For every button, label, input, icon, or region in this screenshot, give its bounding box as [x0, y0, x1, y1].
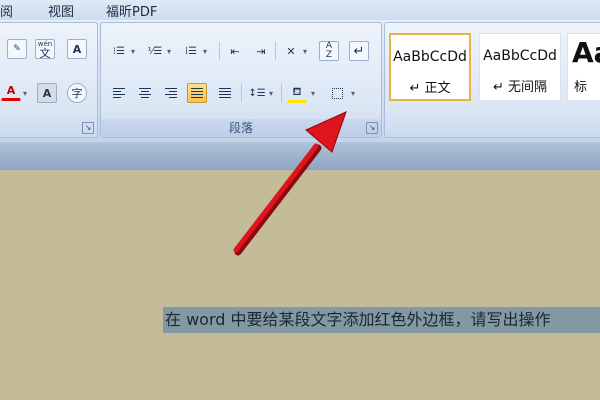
red-arrow-annotation [233, 111, 347, 256]
